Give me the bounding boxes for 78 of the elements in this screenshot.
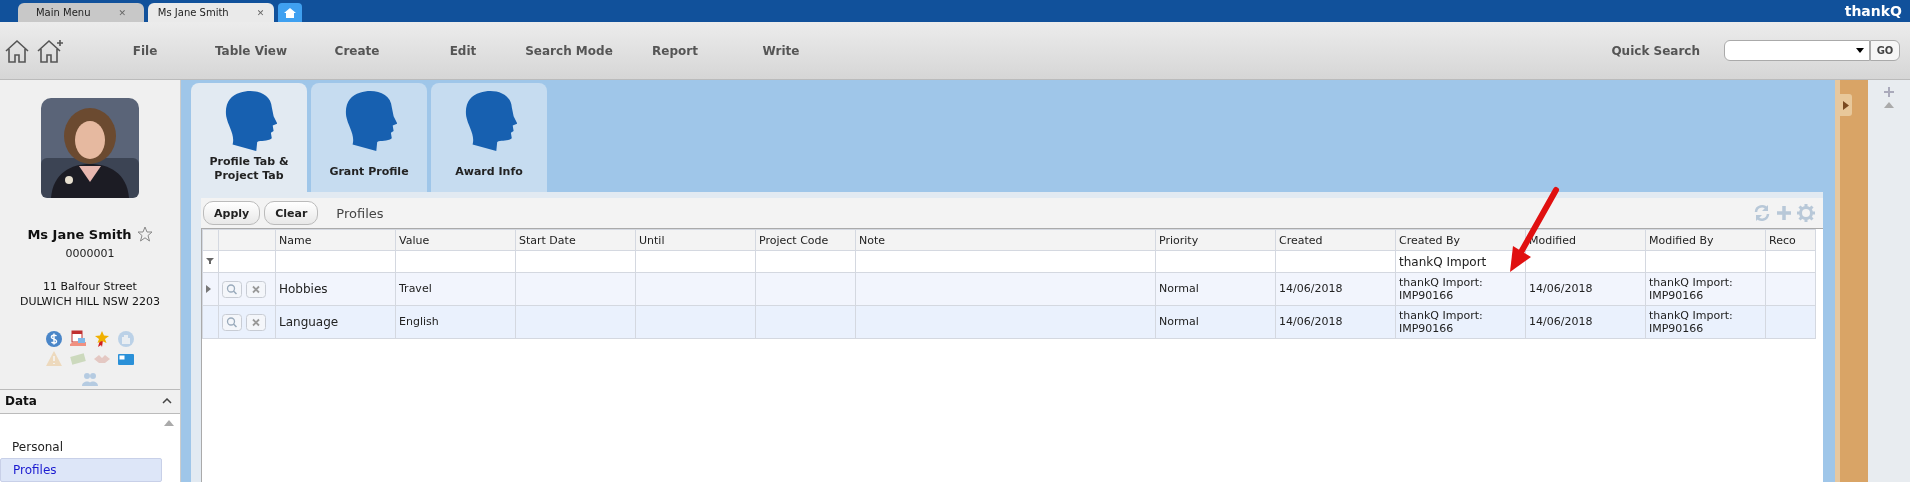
- home-tab[interactable]: [278, 3, 302, 22]
- menu-item[interactable]: Write: [728, 43, 834, 58]
- profile-tab[interactable]: Grant Profile: [311, 83, 427, 192]
- search-icon[interactable]: [222, 313, 242, 331]
- home-icon: [283, 6, 297, 19]
- column-header[interactable]: Modified: [1525, 229, 1646, 251]
- sidebar-item[interactable]: Personal: [0, 436, 162, 458]
- table-cell-text: thankQ Import: IMP90166: [1399, 275, 1484, 303]
- table-cell: 14/06/2018: [1279, 315, 1343, 329]
- menu-item[interactable]: Report: [622, 43, 728, 58]
- column-header[interactable]: Value: [395, 229, 516, 251]
- table-cell: Normal: [1159, 315, 1199, 329]
- close-icon[interactable]: ✕: [256, 7, 265, 18]
- current-row-icon: [206, 284, 211, 293]
- expand-icon: [1843, 100, 1849, 110]
- collapse-icon[interactable]: [162, 398, 172, 405]
- search-icon[interactable]: [222, 280, 242, 298]
- column-header[interactable]: Note: [855, 229, 1156, 251]
- filter-icon: [206, 257, 214, 265]
- add-icon[interactable]: [1775, 204, 1793, 222]
- column-header[interactable]: Start Date: [515, 229, 636, 251]
- dropdown-icon[interactable]: [1856, 48, 1864, 53]
- add-home-icon[interactable]: [36, 37, 66, 64]
- scroll-up-icon[interactable]: [1884, 102, 1894, 108]
- menu-item[interactable]: Table View: [198, 43, 304, 58]
- delete-icon[interactable]: [246, 280, 266, 298]
- window-tab[interactable]: Main Menu ✕: [18, 3, 144, 22]
- filter-button[interactable]: Apply: [203, 201, 261, 225]
- panel-title: Profiles: [336, 205, 384, 221]
- table-cell: 14/06/2018: [1279, 282, 1343, 296]
- column-header[interactable]: Modified By: [1645, 229, 1766, 251]
- expand-handle[interactable]: [1840, 94, 1852, 116]
- star-icon[interactable]: [136, 226, 153, 242]
- column-header[interactable]: Created By: [1395, 229, 1526, 251]
- home-icon[interactable]: [4, 37, 30, 64]
- contact-id: 0000001: [65, 247, 115, 260]
- column-header[interactable]: Priority: [1155, 229, 1276, 251]
- menu-item[interactable]: Edit: [410, 43, 516, 58]
- filter-button[interactable]: Clear: [264, 201, 319, 225]
- go-button[interactable]: GO: [1870, 40, 1900, 61]
- dollar-icon[interactable]: [45, 330, 63, 348]
- menu-item[interactable]: File: [92, 43, 198, 58]
- profile-tab[interactable]: Award Info: [431, 83, 547, 192]
- calendar-icon[interactable]: [69, 330, 87, 348]
- people-icon[interactable]: [81, 370, 99, 388]
- table-cell: Hobbies: [279, 281, 328, 297]
- scroll-up-icon[interactable]: [164, 420, 174, 426]
- table-cell: Normal: [1159, 282, 1199, 296]
- quick-search-label: Quick Search: [1611, 43, 1700, 58]
- address-line: DULWICH HILL NSW 2203: [19, 295, 161, 308]
- quick-search-field[interactable]: [1724, 40, 1870, 61]
- contact-name: Ms Jane Smith: [27, 226, 132, 242]
- table-cell-text: thankQ Import: IMP90166: [1399, 308, 1484, 336]
- table-cell: Travel: [399, 282, 432, 296]
- table-cell: 14/06/2018: [1529, 315, 1593, 329]
- refresh-icon[interactable]: [1753, 204, 1771, 222]
- table-cell: English: [399, 315, 439, 329]
- menu-item[interactable]: Create: [304, 43, 410, 58]
- table-cell-text: thankQ Import: IMP90166: [1649, 308, 1734, 336]
- table-cell-text: thankQ Import: IMP90166: [1649, 275, 1734, 303]
- column-header[interactable]: Name: [275, 229, 396, 251]
- column-header[interactable]: Until: [635, 229, 756, 251]
- delete-icon[interactable]: [246, 313, 266, 331]
- settings-icon[interactable]: [1797, 204, 1815, 222]
- close-icon[interactable]: ✕: [118, 7, 127, 18]
- window-tab[interactable]: Ms Jane Smith ✕: [148, 3, 274, 22]
- column-header[interactable]: Reco: [1765, 229, 1816, 251]
- column-header[interactable]: Created: [1275, 229, 1396, 251]
- profile-tab[interactable]: Profile Tab & Project Tab: [191, 83, 307, 192]
- table-cell: 14/06/2018: [1529, 282, 1593, 296]
- sidebar-item[interactable]: Profiles: [0, 458, 162, 482]
- award-icon[interactable]: [93, 330, 111, 348]
- table-cell: Language: [279, 314, 339, 330]
- add-icon[interactable]: [1883, 86, 1895, 98]
- menu-item[interactable]: Search Mode: [516, 43, 622, 58]
- address-line: 11 Balfour Street: [43, 280, 137, 293]
- brand-logo: thankQ: [1844, 3, 1902, 19]
- column-header[interactable]: Project Code: [755, 229, 856, 251]
